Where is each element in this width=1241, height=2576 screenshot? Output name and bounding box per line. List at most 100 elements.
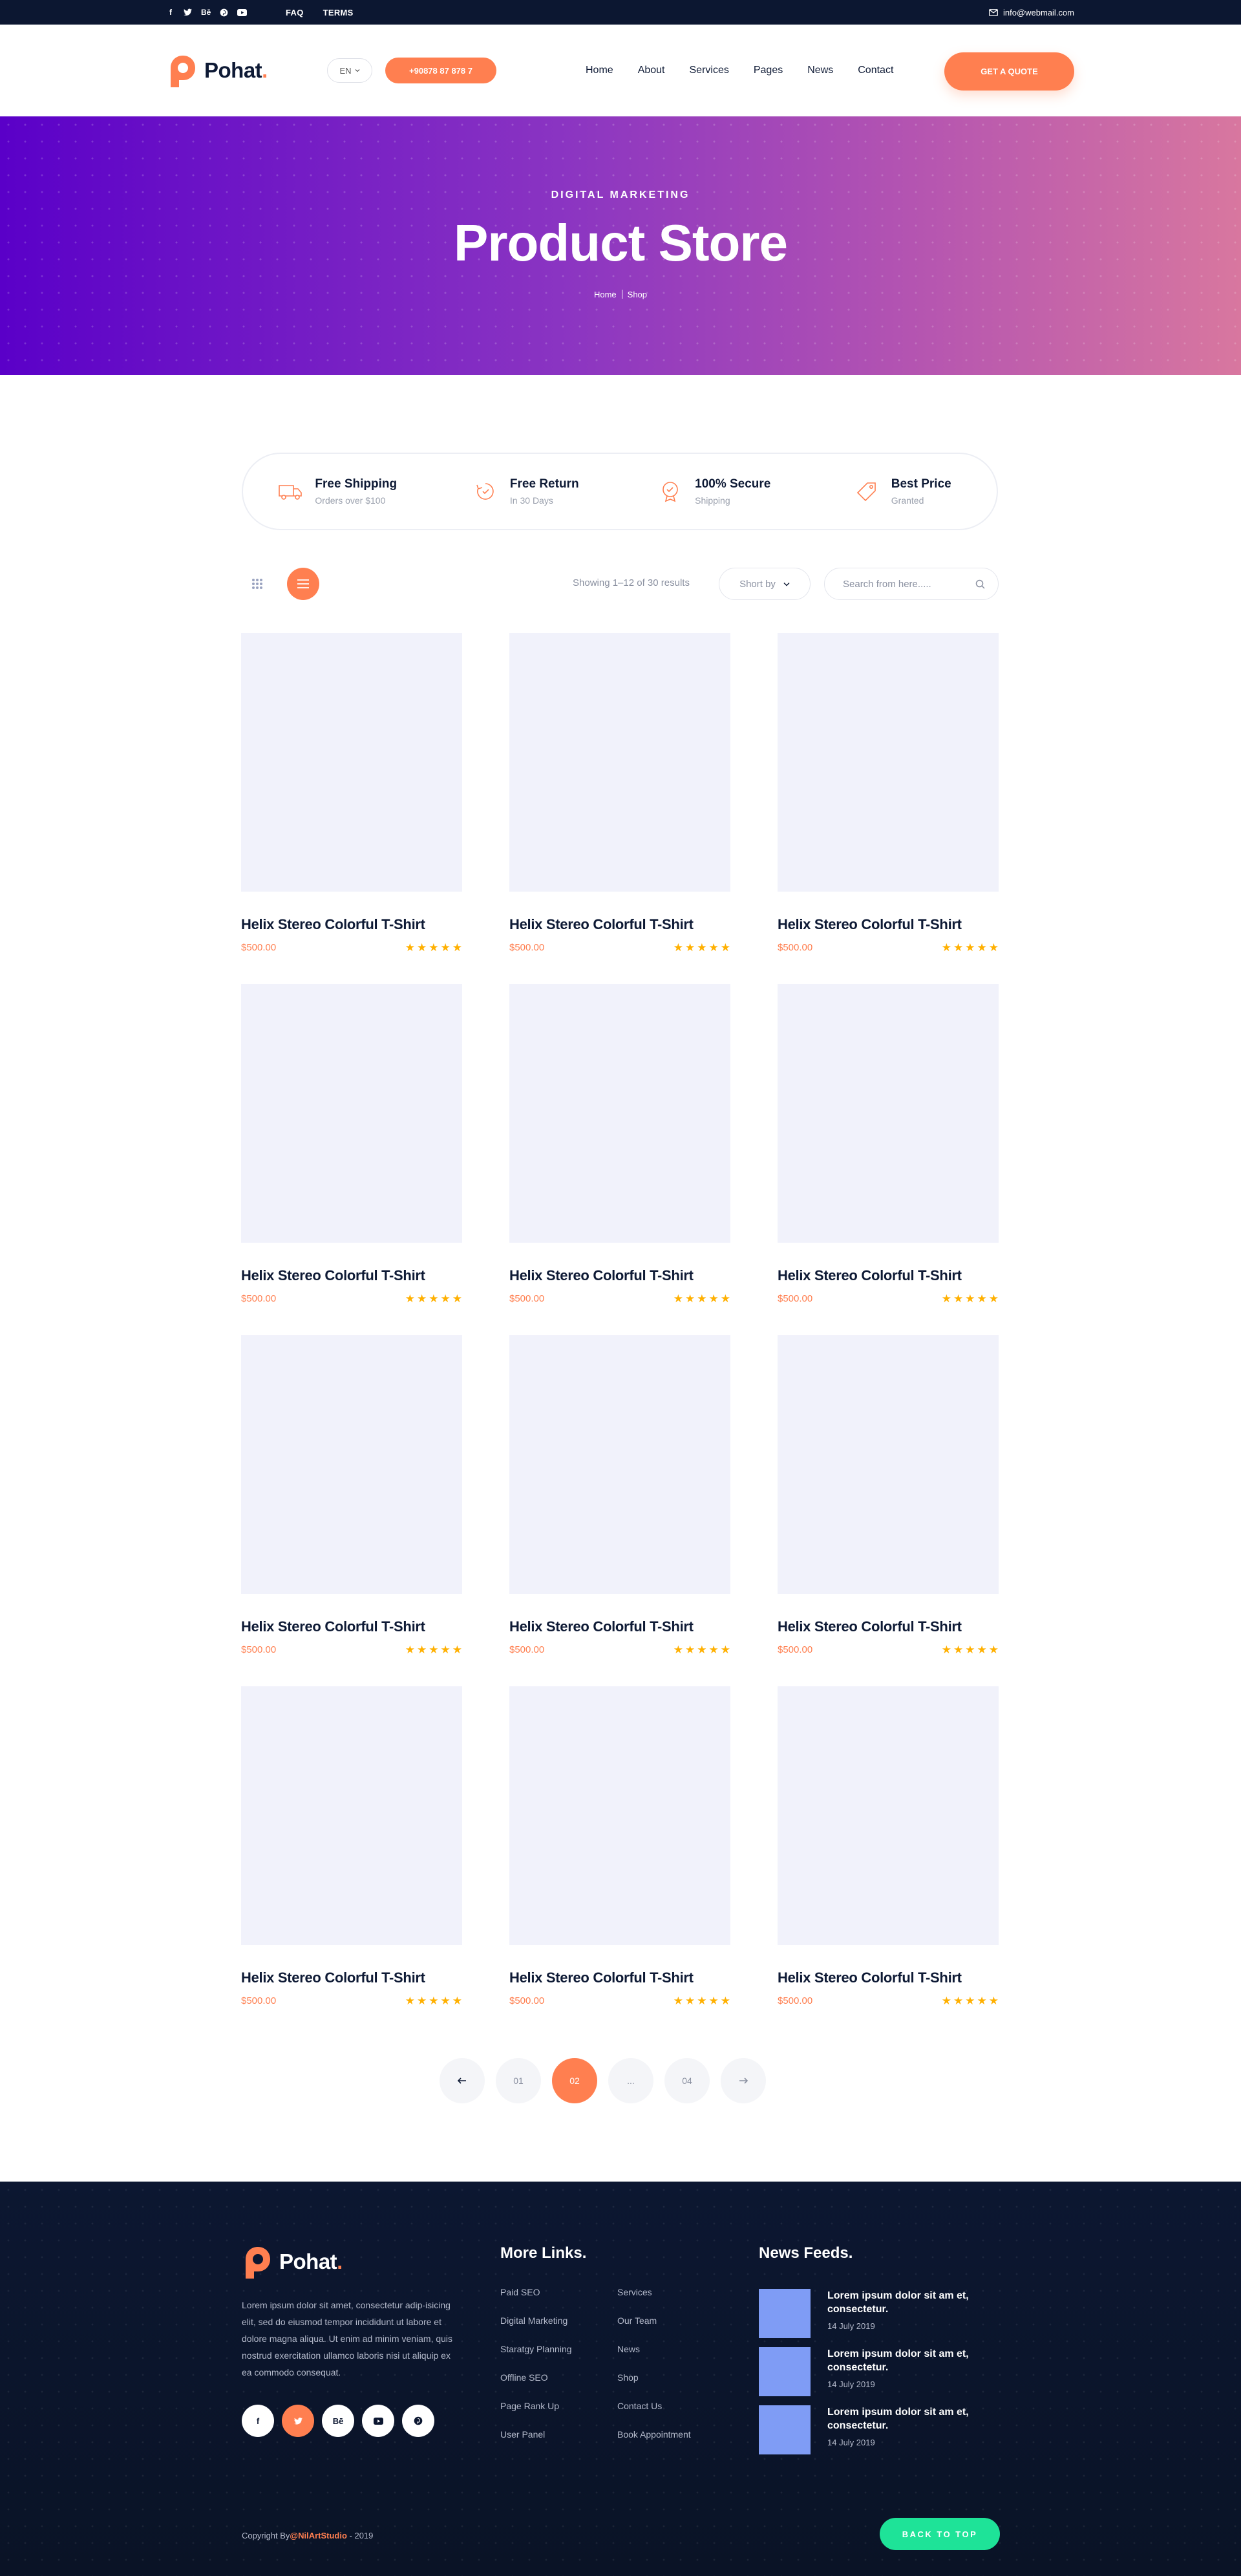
topbar-email[interactable]: info@webmail.com [989, 0, 1074, 25]
product-image[interactable] [778, 633, 999, 892]
product-image[interactable] [509, 984, 730, 1243]
star-icon: ★ [697, 1995, 707, 2007]
page-button-01[interactable]: 01 [496, 2058, 541, 2103]
product-image[interactable] [241, 633, 462, 892]
behance-icon[interactable]: Bē [201, 8, 211, 17]
footer-logo[interactable]: Pohat. [242, 2245, 343, 2279]
product-card[interactable]: Helix Stereo Colorful T-Shirt $500.00 ★ ★ ★ ★… [241, 1335, 462, 1686]
star-icon: ★ [685, 1293, 695, 1305]
nav-services[interactable]: Services [690, 65, 729, 76]
star-icon: ★ [452, 1644, 462, 1656]
product-card[interactable]: Helix Stereo Colorful T-Shirt $500.00 ★ ★ ★ ★… [241, 984, 462, 1335]
grid-view-button[interactable] [241, 568, 273, 600]
news-item[interactable]: Lorem ipsum dolor sit am et, consectetur… [759, 2289, 970, 2338]
footer-link[interactable]: User Panel [500, 2429, 572, 2441]
product-name[interactable]: Helix Stereo Colorful T-Shirt [509, 1267, 730, 1284]
get-a-quote-button[interactable]: GET A QUOTE [944, 52, 1074, 91]
product-name[interactable]: Helix Stereo Colorful T-Shirt [241, 916, 462, 933]
youtube-icon[interactable] [237, 8, 248, 17]
product-image[interactable] [241, 984, 462, 1243]
search-icon[interactable] [975, 579, 985, 589]
behance-icon[interactable]: Bē [322, 2405, 354, 2437]
shield-icon [657, 478, 683, 504]
product-card[interactable]: Helix Stereo Colorful T-Shirt $500.00 ★ ★ ★ ★… [241, 1686, 462, 2037]
nav-about[interactable]: About [638, 65, 665, 76]
list-view-button[interactable] [287, 568, 319, 600]
product-name[interactable]: Helix Stereo Colorful T-Shirt [778, 916, 999, 933]
feature-subtitle: Shipping [695, 495, 730, 506]
youtube-icon[interactable] [362, 2405, 394, 2437]
logo[interactable]: Pohat. [167, 54, 268, 87]
news-item[interactable]: Lorem ipsum dolor sit am et, consectetur… [759, 2405, 970, 2454]
product-card[interactable]: Helix Stereo Colorful T-Shirt $500.00 ★ ★ ★ ★… [778, 633, 999, 984]
product-name[interactable]: Helix Stereo Colorful T-Shirt [241, 1618, 462, 1635]
nav-home[interactable]: Home [586, 65, 613, 76]
nav-news[interactable]: News [807, 65, 833, 76]
footer-link[interactable]: Page Rank Up [500, 2401, 572, 2412]
footer-link[interactable]: Book Appointment [617, 2429, 691, 2441]
terms-link[interactable]: TERMS [323, 8, 354, 17]
facebook-icon[interactable]: f [242, 2405, 274, 2437]
product-image[interactable] [509, 1335, 730, 1594]
product-name[interactable]: Helix Stereo Colorful T-Shirt [241, 1970, 462, 1986]
product-card[interactable]: Helix Stereo Colorful T-Shirt $500.00 ★ ★ ★ ★… [778, 984, 999, 1335]
footer-link[interactable]: Our Team [617, 2315, 691, 2327]
nav-contact[interactable]: Contact [858, 65, 893, 76]
product-image[interactable] [241, 1686, 462, 1945]
product-image[interactable] [509, 1686, 730, 1945]
phone-button[interactable]: +90878 87 878 7 [385, 58, 496, 83]
product-name[interactable]: Helix Stereo Colorful T-Shirt [778, 1267, 999, 1284]
facebook-icon[interactable]: f [167, 8, 175, 17]
product-card[interactable]: Helix Stereo Colorful T-Shirt $500.00 ★ ★ ★ ★… [241, 633, 462, 984]
product-meta: $500.00 ★ ★ ★ ★ ★ [241, 1644, 462, 1655]
product-price: $500.00 [241, 1995, 277, 2006]
product-image[interactable] [778, 1335, 999, 1594]
page-button-02[interactable]: 02 [552, 2058, 597, 2103]
next-page-button[interactable] [721, 2058, 766, 2103]
footer-link[interactable]: Paid SEO [500, 2287, 572, 2299]
main-header: Pohat. EN +90878 87 878 7 Home About Ser… [0, 25, 1241, 116]
product-image[interactable] [778, 1686, 999, 1945]
product-name[interactable]: Helix Stereo Colorful T-Shirt [778, 1970, 999, 1986]
product-name[interactable]: Helix Stereo Colorful T-Shirt [241, 1267, 462, 1284]
copyright-brand-link[interactable]: @NilArtStudio [290, 2531, 347, 2540]
footer-link[interactable]: News [617, 2344, 691, 2356]
sort-dropdown[interactable]: Short by [719, 568, 811, 600]
product-card[interactable]: Helix Stereo Colorful T-Shirt $500.00 ★ ★ ★ ★… [509, 984, 730, 1335]
product-name[interactable]: Helix Stereo Colorful T-Shirt [509, 1618, 730, 1635]
footer-link[interactable]: Services [617, 2287, 691, 2299]
feature-title: Best Price [891, 477, 951, 491]
product-name[interactable]: Helix Stereo Colorful T-Shirt [509, 1970, 730, 1986]
product-card[interactable]: Helix Stereo Colorful T-Shirt $500.00 ★ ★ ★ ★… [509, 633, 730, 984]
breadcrumb-home[interactable]: Home [594, 290, 617, 299]
faq-link[interactable]: FAQ [286, 8, 304, 17]
product-card[interactable]: Helix Stereo Colorful T-Shirt $500.00 ★ ★ ★ ★… [778, 1335, 999, 1686]
pinterest-icon[interactable] [402, 2405, 434, 2437]
product-name[interactable]: Helix Stereo Colorful T-Shirt [509, 916, 730, 933]
product-card[interactable]: Helix Stereo Colorful T-Shirt $500.00 ★ ★ ★ ★… [509, 1686, 730, 2037]
search-input[interactable] [843, 578, 975, 590]
language-select[interactable]: EN [327, 58, 372, 83]
star-icon: ★ [720, 1293, 730, 1305]
footer-link[interactable]: Staratgy Planning [500, 2344, 572, 2356]
news-date: 14 July 2019 [827, 2379, 875, 2389]
prev-page-button[interactable] [440, 2058, 485, 2103]
product-card[interactable]: Helix Stereo Colorful T-Shirt $500.00 ★ ★ ★ ★… [509, 1335, 730, 1686]
product-card[interactable]: Helix Stereo Colorful T-Shirt $500.00 ★ ★ ★ ★… [778, 1686, 999, 2037]
news-item[interactable]: Lorem ipsum dolor sit am et, consectetur… [759, 2347, 970, 2396]
twitter-icon[interactable] [184, 8, 192, 17]
pinterest-icon[interactable] [220, 8, 228, 17]
product-name[interactable]: Helix Stereo Colorful T-Shirt [778, 1618, 999, 1635]
footer-social: f Bē [242, 2405, 434, 2437]
footer-link[interactable]: Shop [617, 2372, 691, 2384]
product-image[interactable] [509, 633, 730, 892]
footer-link[interactable]: Digital Marketing [500, 2315, 572, 2327]
twitter-icon[interactable] [282, 2405, 314, 2437]
product-image[interactable] [241, 1335, 462, 1594]
product-image[interactable] [778, 984, 999, 1243]
page-button-04[interactable]: 04 [664, 2058, 710, 2103]
nav-pages[interactable]: Pages [754, 65, 783, 76]
footer-link[interactable]: Offline SEO [500, 2372, 572, 2384]
back-to-top-button[interactable]: BACK TO TOP [880, 2518, 1000, 2550]
footer-link[interactable]: Contact Us [617, 2401, 691, 2412]
